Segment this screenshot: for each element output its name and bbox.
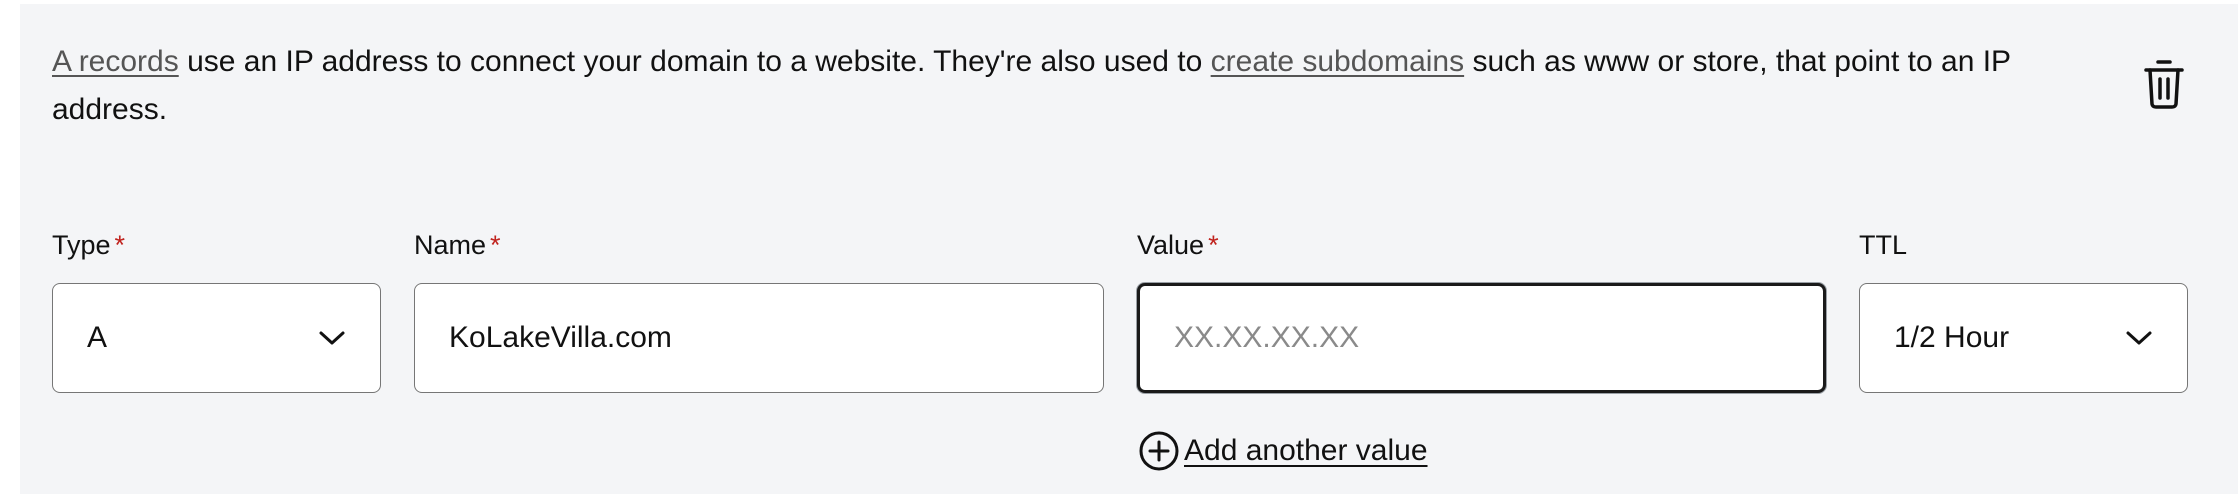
type-select-value: A [87,321,108,354]
value-required-mark: * [1208,230,1219,260]
plus-circle-icon [1139,431,1179,471]
trash-icon [2144,60,2184,109]
ttl-label-text: TTL [1859,230,1908,260]
type-select[interactable]: A [52,283,381,393]
ttl-select[interactable]: 1/2 Hour [1859,283,2188,393]
ttl-label: TTL [1859,230,1907,261]
add-another-value-label: Add another value [1184,434,1428,467]
name-label-text: Name [414,230,487,260]
a-records-link[interactable]: A records [52,45,179,78]
name-required-mark: * [490,230,501,260]
chevron-down-icon [2126,331,2152,345]
type-label-text: Type [52,230,111,260]
delete-record-button[interactable] [2140,58,2188,110]
name-label: Name * [414,230,501,261]
value-label-text: Value [1137,230,1205,260]
value-field-box [1137,283,1826,393]
description-text-1: use an IP address to connect your domain… [178,45,1211,78]
type-required-mark: * [114,230,126,260]
name-field-box [414,283,1104,393]
create-subdomains-link[interactable]: create subdomains [1211,45,1464,78]
ttl-select-value: 1/2 Hour [1894,321,2010,354]
chevron-down-icon [319,331,345,345]
add-another-value-button[interactable]: Add another value [1138,430,1428,472]
name-input[interactable] [449,321,1069,355]
record-description: A records use an IP address to connect y… [52,38,2132,134]
type-label: Type * [52,230,125,261]
value-label: Value * [1137,230,1219,261]
value-input[interactable] [1174,321,1789,355]
